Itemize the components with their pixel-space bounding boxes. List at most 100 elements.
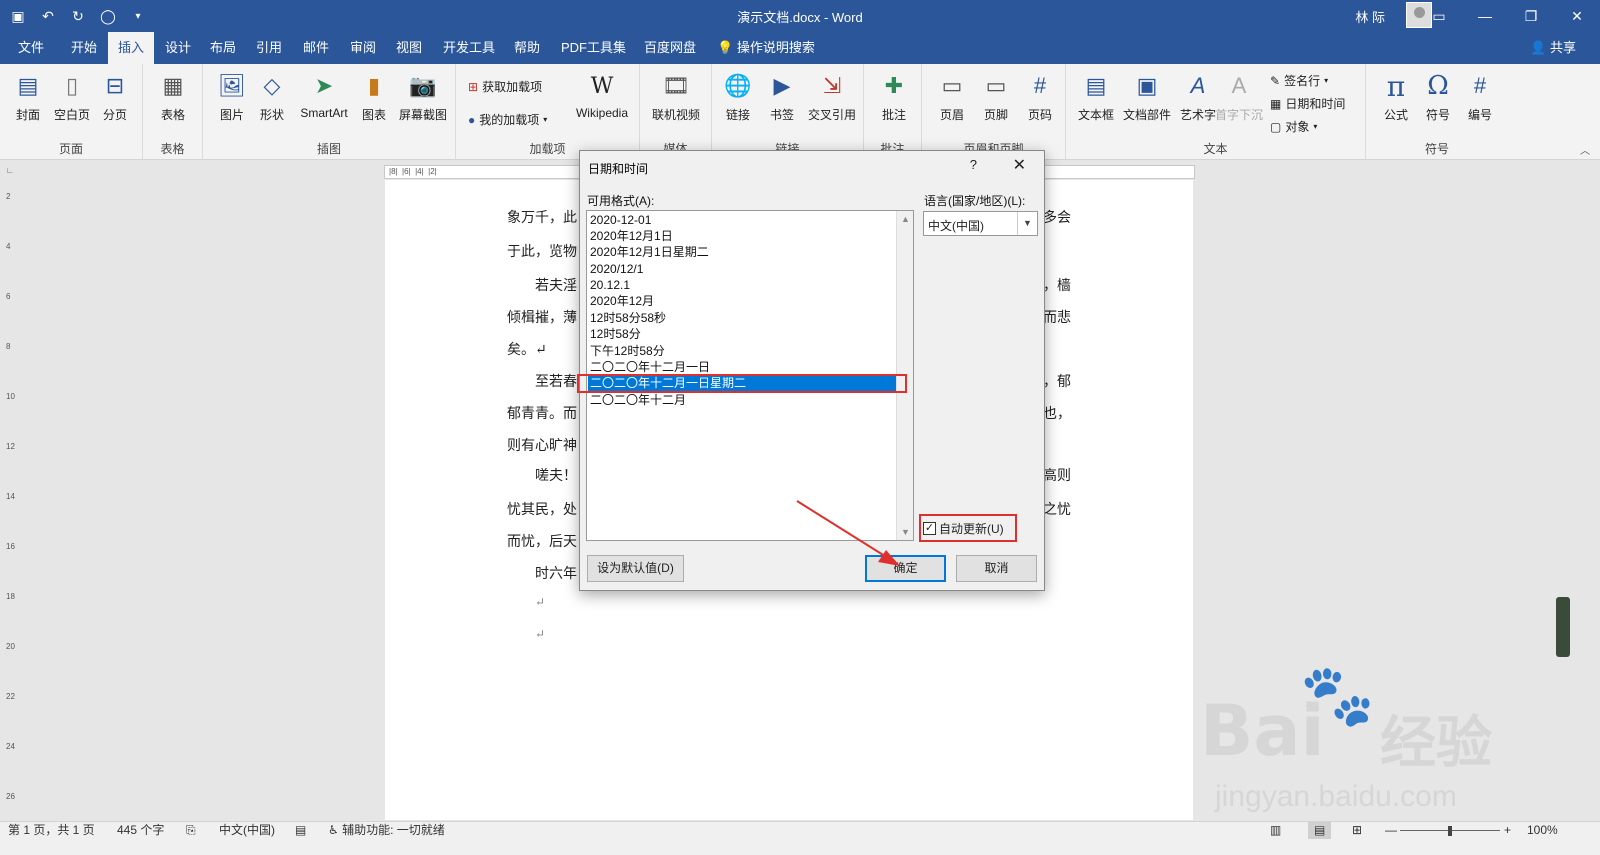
minimize-icon[interactable]: — [1462, 0, 1508, 32]
smartart-button[interactable]: ➤ SmartArt [295, 70, 353, 120]
tab-developer[interactable]: 开发工具 [433, 32, 505, 64]
zoom-in-icon[interactable]: + [1504, 822, 1511, 839]
language-label: 语言(国家/地区)(L): [924, 194, 1026, 208]
cross-reference-button[interactable]: ⇲ 交叉引用 [804, 70, 860, 123]
cover-page-icon: ▤ [17, 73, 39, 98]
tell-me-search[interactable]: 💡 操作说明搜索 [717, 32, 815, 64]
comment-button[interactable]: ✚ 批注 [876, 70, 912, 123]
user-name[interactable]: 林 际 [1355, 7, 1385, 26]
picture-button[interactable]: 🖼 图片 [215, 70, 249, 123]
list-item[interactable]: 12时58分58秒 [590, 310, 666, 326]
cover-page-button[interactable]: ▤ 封面 [10, 70, 46, 123]
tab-references[interactable]: 引用 [246, 32, 292, 64]
chevron-down-icon[interactable]: ▼ [1017, 212, 1037, 235]
zoom-slider-thumb[interactable] [1448, 826, 1452, 836]
zoom-level[interactable]: 100% [1527, 822, 1558, 839]
zoom-out-icon[interactable]: — [1385, 822, 1397, 839]
list-item[interactable]: 二〇二〇年十二月一日 [590, 359, 710, 375]
close-icon[interactable]: ✕ [1013, 155, 1026, 175]
collapse-ribbon-icon[interactable]: ︿ [1580, 142, 1590, 157]
screenshot-button[interactable]: 📷 屏幕截图 [395, 70, 451, 123]
group-pages: ▤ 封面 ▯ 空白页 ⊟ 分页 页面 [0, 64, 143, 160]
accessibility-status[interactable]: ♿ 辅助功能: 一切就绪 [328, 822, 445, 839]
list-item[interactable]: 20.12.1 [590, 277, 630, 293]
tab-design[interactable]: 设计 [155, 32, 201, 64]
tab-help[interactable]: 帮助 [504, 32, 550, 64]
date-time-button[interactable]: ▦ 日期和时间 [1270, 95, 1345, 112]
ribbon-display-icon[interactable]: ▭ [1416, 0, 1462, 32]
wikipedia-button[interactable]: W Wikipedia [570, 70, 634, 121]
footer-button[interactable]: ▭ 页脚 [976, 70, 1016, 123]
tab-home[interactable]: 开始 [61, 32, 107, 64]
scroll-up-icon[interactable]: ▲ [901, 214, 910, 224]
word-count[interactable]: 445 个字 [117, 822, 164, 839]
watermark-brand2: 经验 [1380, 711, 1492, 774]
list-item[interactable]: 下午12时58分 [590, 343, 665, 359]
drop-cap-button[interactable]: A 首字下沉 [1212, 70, 1266, 123]
doc-line: 倾楫摧，薄 [507, 310, 577, 326]
help-icon[interactable]: ? [970, 157, 977, 172]
tab-pdf[interactable]: PDF工具集 [551, 32, 636, 64]
scroll-down-icon[interactable]: ▼ [901, 527, 910, 537]
textbox-icon: ▤ [1085, 73, 1107, 98]
signature-line-button[interactable]: ✎ 签名行 ▾ [1270, 72, 1328, 89]
set-default-button[interactable]: 设为默认值(D) [587, 555, 684, 582]
list-item[interactable]: 2020-12-01 [590, 212, 651, 228]
page-break-button[interactable]: ⊟ 分页 [98, 70, 132, 123]
tab-insert[interactable]: 插入 [108, 32, 155, 64]
group-tables: ▦ 表格 表格 [143, 64, 203, 160]
link-button[interactable]: 🌐 链接 [720, 70, 756, 123]
side-widget[interactable] [1556, 597, 1570, 657]
list-item[interactable]: 2020/12/1 [590, 261, 643, 277]
page-number-button[interactable]: # 页码 [1020, 70, 1060, 123]
macro-icon[interactable]: ▤ [295, 822, 306, 839]
tab-review[interactable]: 审阅 [340, 32, 386, 64]
equation-button[interactable]: π 公式 [1376, 70, 1416, 123]
header-button[interactable]: ▭ 页眉 [932, 70, 972, 123]
chart-button[interactable]: ▮ 图表 [357, 70, 391, 123]
list-item[interactable]: 2020年12月1日星期二 [590, 244, 709, 260]
signature-icon: ✎ [1270, 73, 1281, 88]
proofing-icon[interactable]: ⎘ [186, 822, 196, 839]
blank-page-button[interactable]: ▯ 空白页 [50, 70, 94, 123]
table-icon: ▦ [162, 73, 184, 98]
print-layout-icon[interactable]: ▤ [1308, 822, 1332, 839]
tab-mailings[interactable]: 邮件 [293, 32, 339, 64]
tab-view[interactable]: 视图 [386, 32, 432, 64]
doc-line: 若夫淫 [535, 278, 577, 294]
number-button[interactable]: # 编号 [1460, 70, 1500, 123]
tab-baidu[interactable]: 百度网盘 [634, 32, 706, 64]
ok-button[interactable]: 确定 [865, 555, 946, 582]
get-addins-button[interactable]: ⊞ 获取加载项 [468, 78, 542, 95]
language-select[interactable]: 中文(中国) ▼ [923, 211, 1038, 236]
web-layout-icon[interactable]: ⊞ [1352, 822, 1362, 839]
table-button[interactable]: ▦ 表格 [155, 70, 191, 123]
list-item[interactable]: 2020年12月 [590, 293, 654, 309]
shapes-button[interactable]: ◇ 形状 [255, 70, 289, 123]
list-item[interactable]: 2020年12月1日 [590, 228, 673, 244]
page-count[interactable]: 第 1 页，共 1 页 [8, 822, 95, 839]
close-icon[interactable]: ✕ [1554, 0, 1600, 32]
doc-line: 象万千，此 [507, 210, 577, 226]
list-item[interactable]: 二〇二〇年十二月 [590, 392, 686, 408]
quick-parts-button[interactable]: ▣ 文档部件 [1120, 70, 1174, 123]
picture-icon: 🖼 [218, 73, 246, 98]
doc-line-right: 高则 [1043, 468, 1071, 484]
textbox-button[interactable]: ▤ 文本框 [1074, 70, 1118, 123]
language-status[interactable]: 中文(中国) [219, 822, 275, 839]
tab-layout[interactable]: 布局 [200, 32, 246, 64]
list-item[interactable]: 12时58分 [590, 326, 641, 342]
chevron-down-icon: ▾ [1313, 122, 1318, 131]
bookmark-button[interactable]: ▶ 书签 [764, 70, 800, 123]
object-button[interactable]: ▢ 对象 ▾ [1270, 118, 1317, 135]
ribbon-tabs: 文件 开始 插入 设计 布局 引用 邮件 审阅 视图 开发工具 帮助 PDF工具… [0, 32, 1600, 64]
cancel-button[interactable]: 取消 [956, 555, 1037, 582]
my-addins-button[interactable]: ● 我的加载项 ▾ [468, 111, 547, 128]
omega-icon: Ω [1427, 71, 1449, 101]
online-video-button[interactable]: 🎞 联机视频 [648, 70, 704, 123]
tab-file[interactable]: 文件 [8, 32, 54, 64]
share-button[interactable]: 👤 共享 [1530, 32, 1576, 64]
read-mode-icon[interactable]: ▥ [1270, 822, 1281, 839]
symbol-button[interactable]: Ω 符号 [1418, 70, 1458, 123]
restore-icon[interactable]: ❐ [1508, 0, 1554, 32]
